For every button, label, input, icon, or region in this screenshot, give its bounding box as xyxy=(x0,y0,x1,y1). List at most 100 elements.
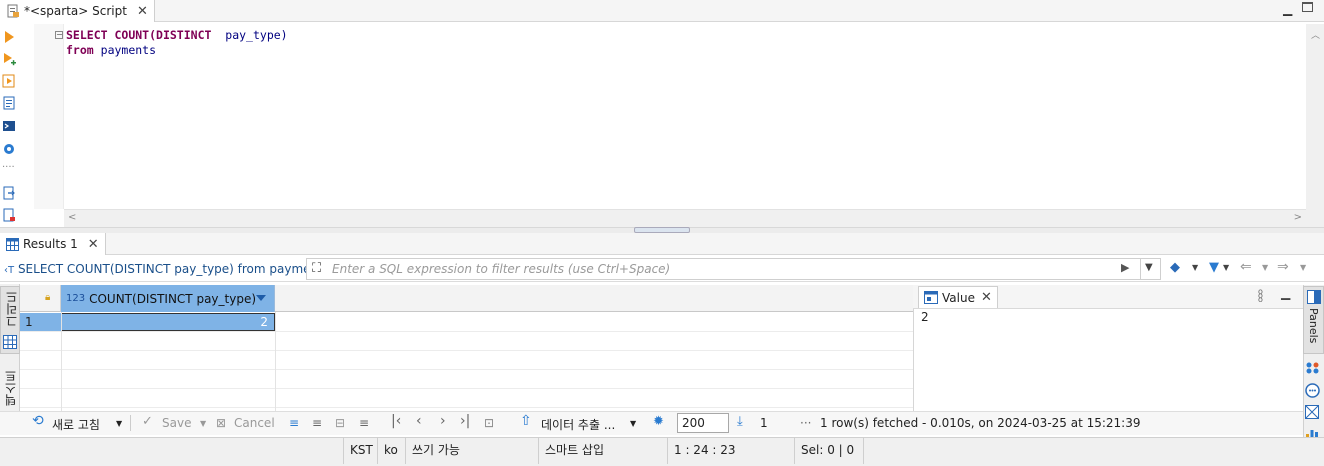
back-icon[interactable]: ⇐ xyxy=(1240,259,1252,275)
editor-side-toolbar: ···· xyxy=(0,24,20,229)
first-page-icon[interactable]: |‹ xyxy=(391,413,401,429)
execute-statement-icon[interactable] xyxy=(2,30,16,44)
editor-ruler xyxy=(20,24,53,209)
metadata-icon[interactable] xyxy=(1305,383,1320,398)
more-icon[interactable]: ···· xyxy=(2,162,16,176)
execute-script-icon[interactable] xyxy=(2,74,16,88)
gear-icon[interactable]: ✹ xyxy=(653,414,664,429)
fetch-size-input[interactable]: 200 xyxy=(677,413,729,433)
eraser-icon[interactable]: ◆ xyxy=(1170,260,1180,275)
panels-icon xyxy=(1307,290,1321,304)
calc-icon[interactable] xyxy=(1305,405,1319,419)
filter-input[interactable]: Enter a SQL expression to filter results… xyxy=(332,262,1122,276)
table-ref: payments xyxy=(100,43,157,57)
delete-row-icon[interactable]: ≡ xyxy=(359,416,369,430)
table-icon xyxy=(6,237,19,251)
close-icon[interactable]: ✕ xyxy=(88,237,99,252)
gear-icon[interactable] xyxy=(2,142,16,156)
more-icon[interactable]: ··· xyxy=(800,416,811,430)
save-icon[interactable]: ✓ xyxy=(142,414,153,429)
row-count: 1 xyxy=(760,416,768,430)
minimize-icon[interactable]: ▁ xyxy=(1283,2,1292,16)
number-type-icon: 123 xyxy=(66,293,86,304)
filter-history-icon[interactable]: ▼ xyxy=(1145,262,1153,273)
edit-row-icon[interactable]: ≡ xyxy=(289,416,299,430)
new-script-icon[interactable] xyxy=(2,208,16,222)
value-tab[interactable]: Value ✕ xyxy=(918,286,998,308)
results-tab-title: Results 1 xyxy=(23,237,78,251)
fold-toggle-icon[interactable]: − xyxy=(55,31,63,39)
copy-row-icon[interactable]: ⊟ xyxy=(335,416,345,430)
scroll-up-icon[interactable]: ︿ xyxy=(1311,28,1320,41)
terminal-icon[interactable] xyxy=(2,119,16,133)
tab-grid-label: 그리드 xyxy=(5,291,19,327)
column-header[interactable]: 123 COUNT(DISTINCT pay_type) xyxy=(61,285,275,312)
row-count-icon[interactable]: ⤓ xyxy=(737,414,743,429)
divider xyxy=(20,388,913,389)
results-tabbar xyxy=(0,233,1324,255)
export-button[interactable]: 데이터 추출 ... xyxy=(541,416,615,433)
row-number[interactable]: 1 xyxy=(20,313,61,331)
sql-editor[interactable]: SELECT COUNT(DISTINCT pay_type) from pay… xyxy=(64,24,1306,209)
chevron-down-icon[interactable]: ▼ xyxy=(200,419,206,428)
table-cell[interactable]: 2 xyxy=(61,313,275,331)
scroll-right-icon[interactable]: > xyxy=(1294,212,1302,223)
next-page-icon[interactable]: › xyxy=(440,413,446,429)
minimize-icon[interactable]: ▁ xyxy=(1281,286,1290,300)
status-insert-mode: 스마트 삽입 xyxy=(538,437,666,464)
value-text[interactable]: 2 xyxy=(921,310,929,324)
save-button[interactable]: Save xyxy=(162,416,191,430)
cancel-icon[interactable]: ⊠ xyxy=(216,416,226,430)
sql-script-icon xyxy=(7,4,19,18)
keyword-from: from xyxy=(66,43,94,57)
prev-page-icon[interactable]: ‹ xyxy=(416,413,422,429)
sql-query-icon: ‹T xyxy=(4,265,15,276)
results-tab[interactable]: Results 1 ✕ xyxy=(0,233,106,255)
editor-tab-title: *<sparta> Script xyxy=(24,4,127,18)
filter-icon[interactable]: ▼ xyxy=(1209,260,1219,275)
panel-menu-icon[interactable]: ooo xyxy=(1258,288,1263,304)
editor-horizontal-scrollbar[interactable]: < > xyxy=(64,209,1306,227)
editor-tab[interactable]: *<sparta> Script ✕ xyxy=(0,0,155,22)
chevron-down-icon[interactable]: ▼ xyxy=(1262,263,1268,272)
divider xyxy=(20,331,913,332)
maximize-icon[interactable] xyxy=(1302,2,1313,12)
explain-plan-icon[interactable] xyxy=(2,96,16,110)
close-icon[interactable]: ✕ xyxy=(137,4,148,19)
last-page-icon[interactable]: ›| xyxy=(460,413,470,429)
tab-panels-label: Panels xyxy=(1307,308,1320,344)
divider xyxy=(61,312,62,411)
tab-grid[interactable]: 그리드 xyxy=(0,286,20,354)
group-by-icon[interactable] xyxy=(1305,361,1320,375)
scroll-left-icon[interactable]: < xyxy=(68,212,76,223)
line-number-gutter xyxy=(34,24,64,209)
apply-filter-icon[interactable]: ▶ xyxy=(1121,261,1129,274)
expand-icon[interactable]: ⛶ xyxy=(312,261,321,276)
editor-vertical-scrollbar[interactable]: ︿ xyxy=(1306,24,1324,229)
sort-icon[interactable] xyxy=(256,295,266,301)
code-line-1: SELECT COUNT(DISTINCT pay_type) xyxy=(66,28,288,43)
refresh-button[interactable]: 새로 고침 xyxy=(52,416,100,433)
fetch-all-icon[interactable]: ⊡ xyxy=(484,416,494,430)
tab-panels[interactable]: Panels xyxy=(1303,286,1324,354)
query-text-label[interactable]: ‹T SELECT COUNT(DISTINCT pay_type) from … xyxy=(4,262,329,276)
divider xyxy=(20,350,913,351)
export-icon[interactable]: ⇧ xyxy=(520,413,532,429)
lock-icon: 🔒︎ xyxy=(45,292,51,303)
refresh-icon[interactable]: ⟲ xyxy=(32,413,44,429)
chevron-down-icon[interactable]: ▼ xyxy=(630,419,636,428)
chevron-down-icon[interactable]: ▼ xyxy=(1192,263,1198,272)
close-icon[interactable]: ✕ xyxy=(981,290,992,305)
value-tab-title: Value xyxy=(942,290,975,305)
status-selection: Sel: 0 | 0 xyxy=(794,437,864,464)
function-count: COUNT(DISTINCT xyxy=(114,28,212,42)
export-script-icon[interactable] xyxy=(2,186,16,200)
chevron-down-icon[interactable]: ▼ xyxy=(1300,263,1306,272)
chevron-down-icon[interactable]: ▼ xyxy=(1223,263,1229,272)
chevron-down-icon[interactable]: ▼ xyxy=(116,419,122,428)
forward-icon[interactable]: ⇒ xyxy=(1277,259,1289,275)
cancel-button[interactable]: Cancel xyxy=(234,416,275,430)
fetch-status: 1 row(s) fetched - 0.010s, on 2024-03-25… xyxy=(820,416,1141,430)
execute-in-new-tab-icon[interactable] xyxy=(2,52,16,66)
add-row-icon[interactable]: ≡ xyxy=(312,416,322,430)
